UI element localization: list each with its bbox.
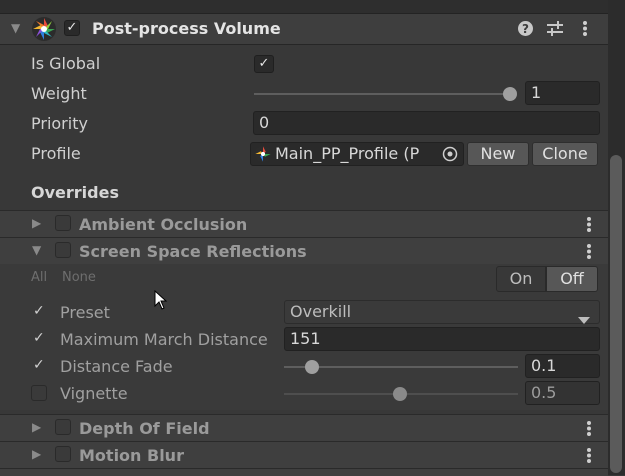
triangle-right-icon[interactable]: ▶	[32, 420, 41, 434]
priority-field[interactable]: 0	[253, 111, 600, 135]
kebab-menu-icon[interactable]	[580, 20, 590, 41]
effect-title: Motion Blur	[79, 446, 184, 465]
sliders-icon[interactable]	[546, 20, 564, 41]
new-profile-button[interactable]: New	[467, 142, 529, 166]
vignette-field[interactable]: 0.5	[525, 381, 600, 405]
effect-title: Depth Of Field	[79, 419, 210, 438]
clone-profile-button[interactable]: Clone	[532, 142, 598, 166]
weight-slider-thumb[interactable]	[503, 87, 517, 101]
effect-title: Ambient Occlusion	[79, 215, 248, 234]
effect-toggle-checkbox[interactable]: ✓	[55, 242, 71, 258]
distance-fade-field[interactable]: 0.1	[525, 354, 600, 378]
weight-field[interactable]: 1	[525, 81, 600, 105]
kebab-menu-icon[interactable]	[584, 447, 594, 468]
preset-value: Overkill	[290, 302, 352, 321]
distance-fade-label: Distance Fade	[60, 357, 173, 376]
kebab-menu-icon[interactable]	[584, 243, 594, 264]
component-enabled-checkbox[interactable]: ✓	[64, 20, 80, 36]
distance-fade-slider-thumb[interactable]	[305, 360, 319, 374]
max-march-label-clip: Maximum March Distance	[60, 330, 282, 349]
max-march-label: Maximum March Distance	[60, 330, 268, 349]
post-process-aperture-icon	[31, 16, 57, 46]
triangle-down-icon[interactable]: ▼	[32, 243, 41, 257]
object-picker-icon[interactable]	[441, 145, 459, 167]
triangle-down-icon[interactable]: ▼	[11, 21, 20, 35]
effect-toggle-checkbox[interactable]: ✓	[55, 215, 71, 231]
max-march-field[interactable]: 151	[284, 327, 600, 351]
kebab-menu-icon[interactable]	[584, 216, 594, 237]
override-checkbox[interactable]: ✓	[33, 303, 45, 319]
weight-slider-track[interactable]	[254, 93, 510, 95]
is-global-checkbox[interactable]: ✓	[254, 55, 274, 73]
mouse-cursor-icon	[154, 289, 168, 314]
off-toggle-button[interactable]: Off	[546, 266, 598, 292]
override-checkbox[interactable]: ✓	[33, 357, 45, 373]
on-toggle-button[interactable]: On	[496, 266, 546, 292]
triangle-right-icon[interactable]: ▶	[32, 216, 41, 230]
overrides-heading: Overrides	[31, 183, 119, 202]
effect-toggle-checkbox[interactable]: ✓	[55, 419, 71, 435]
weight-label: Weight	[31, 84, 87, 103]
preset-dropdown[interactable]: Overkill	[284, 300, 600, 324]
svg-text:?: ?	[522, 22, 529, 36]
priority-label: Priority	[31, 114, 88, 133]
override-checkbox[interactable]: ✓	[31, 385, 47, 401]
effect-title: Screen Space Reflections	[79, 242, 307, 261]
preset-label: Preset	[60, 303, 110, 322]
profile-value: Main_PP_Profile (P	[275, 144, 420, 163]
override-checkbox[interactable]: ✓	[33, 330, 45, 346]
vignette-label: Vignette	[60, 384, 128, 403]
dropdown-arrow-icon	[578, 309, 590, 328]
top-band	[0, 0, 608, 14]
is-global-label: Is Global	[31, 54, 101, 73]
select-none-link[interactable]: None	[62, 270, 96, 285]
scrollbar-thumb[interactable]	[610, 155, 622, 473]
triangle-right-icon[interactable]: ▶	[32, 447, 41, 461]
effect-toggle-checkbox[interactable]: ✓	[55, 446, 71, 462]
distance-fade-slider-track[interactable]	[284, 366, 518, 368]
profile-label: Profile	[31, 144, 81, 163]
select-all-link[interactable]: All	[31, 270, 47, 285]
help-icon[interactable]: ?	[517, 20, 534, 41]
vignette-slider-thumb[interactable]	[393, 387, 407, 401]
component-title: Post-process Volume	[92, 19, 281, 38]
kebab-menu-icon[interactable]	[584, 420, 594, 441]
profile-object-field[interactable]: Main_PP_Profile (P	[250, 142, 464, 166]
profile-asset-icon	[254, 145, 272, 167]
